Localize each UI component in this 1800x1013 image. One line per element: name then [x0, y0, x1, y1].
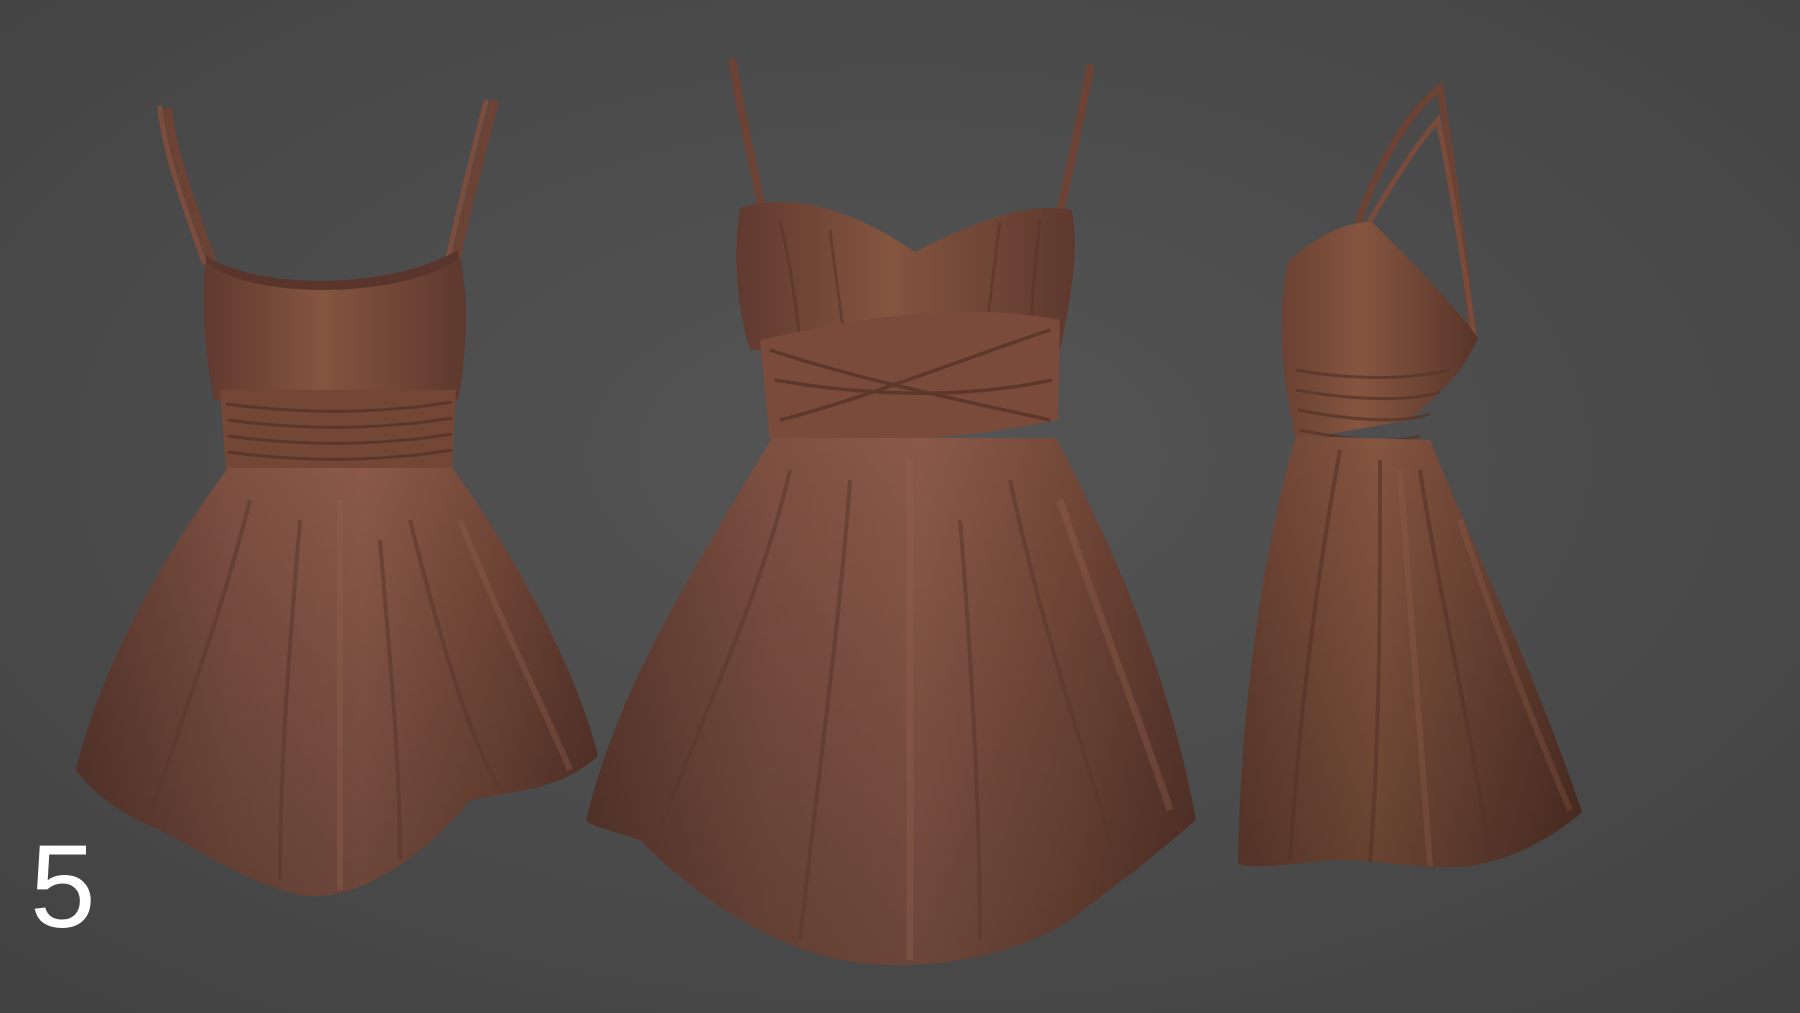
front-wrap-band [760, 311, 1060, 442]
view-number-label: 5 [30, 821, 96, 953]
render-scene [0, 0, 1800, 1013]
